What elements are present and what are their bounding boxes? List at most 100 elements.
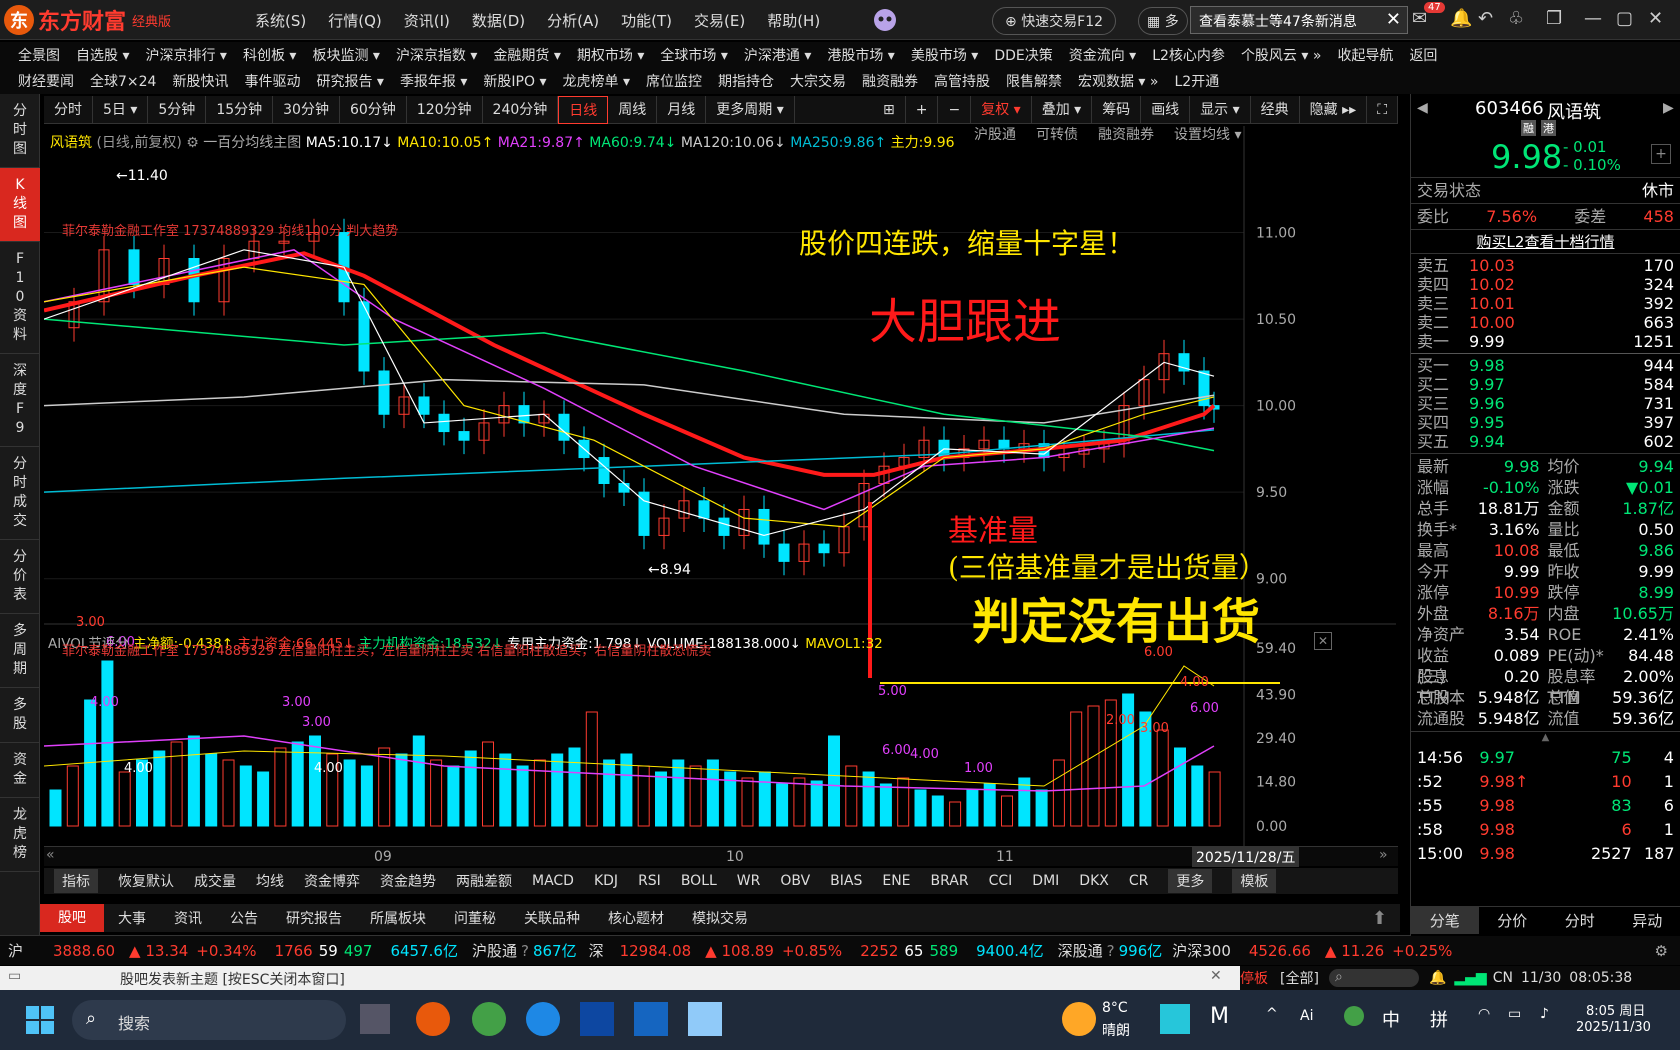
kline-chart[interactable]: 11.00 10.50 10.00 9.50 9.00 59.40 43.90 29.40 14…: [43, 124, 1396, 846]
indicator-tab[interactable]: CR: [1129, 873, 1149, 889]
quick-trade-button[interactable]: ⊕ 快速交易F12: [992, 7, 1117, 35]
app-green-icon[interactable]: [472, 1002, 506, 1036]
nav-item[interactable]: 事件驱动: [244, 71, 300, 91]
undo-icon[interactable]: ↶: [1478, 8, 1493, 29]
indicator-tab[interactable]: DMI: [1032, 873, 1059, 889]
ticker-sgt-label[interactable]: 深股通: [1058, 940, 1103, 961]
period-tab[interactable]: 分时: [44, 95, 93, 124]
news-notification[interactable]: 查看泰慕士等47条新消息 ✕: [1190, 6, 1408, 34]
indicator-tab[interactable]: BRAR: [931, 873, 969, 889]
news-tab[interactable]: 核心题材: [594, 908, 678, 928]
date-axis-bar[interactable]: « » 09 10 11 2025/11/28/五: [44, 846, 1398, 867]
ai-icon[interactable]: Ai: [1300, 1008, 1313, 1024]
chart-tool[interactable]: 筹码: [1092, 95, 1142, 124]
prev-stock-icon[interactable]: ◀: [1417, 100, 1428, 116]
window-close-icon[interactable]: ✕: [1648, 8, 1663, 29]
nav-item[interactable]: 席位监控: [646, 71, 702, 91]
app-image-icon[interactable]: [688, 1002, 722, 1036]
news-tab[interactable]: 大事: [104, 908, 160, 928]
indicator-tab[interactable]: BIAS: [830, 873, 862, 889]
app-k-icon[interactable]: [1160, 1004, 1190, 1034]
ime-mode[interactable]: 拼: [1430, 1006, 1448, 1032]
robot-icon[interactable]: [870, 6, 900, 34]
nav-item[interactable]: 大宗交易: [790, 71, 846, 91]
close-icon[interactable]: ✕: [1386, 9, 1401, 30]
nav-item[interactable]: 收起导航: [1337, 45, 1393, 65]
settings-icon[interactable]: ⚙: [1655, 942, 1668, 960]
sidebar-item[interactable]: 多周期: [0, 614, 40, 688]
sidebar-item[interactable]: 多股: [0, 688, 40, 743]
nav-item[interactable]: 港股市场 ▾: [827, 45, 894, 65]
post-close-icon[interactable]: ✕: [1210, 968, 1222, 984]
nav-item[interactable]: L2开通: [1174, 71, 1219, 91]
collapse-icon[interactable]: ▲: [1411, 732, 1680, 744]
add-watchlist-icon[interactable]: +: [1651, 144, 1671, 164]
main-menu-item[interactable]: 资讯(I): [404, 10, 450, 31]
indicator-tab[interactable]: DKX: [1079, 873, 1109, 889]
sidebar-item[interactable]: 分价表: [0, 540, 40, 614]
main-menu-item[interactable]: 数据(D): [472, 10, 525, 31]
main-menu-item[interactable]: 分析(A): [547, 10, 599, 31]
nav-item[interactable]: 财经要闻: [18, 71, 74, 91]
app-sail-icon[interactable]: [580, 1002, 614, 1036]
l2-link[interactable]: 购买L2查看十档行情: [1477, 233, 1615, 251]
sidebar-item[interactable]: F10资料: [0, 242, 40, 354]
nav-item[interactable]: 自选股 ▾: [76, 45, 129, 65]
legend-link[interactable]: 融资融券: [1098, 124, 1154, 144]
chart-tool[interactable]: +: [906, 95, 939, 124]
quote-tab[interactable]: 分时: [1546, 907, 1614, 934]
ticker-hs300[interactable]: 4526.66: [1249, 942, 1311, 960]
nav-item[interactable]: 限售解禁: [1006, 71, 1062, 91]
scroll-right-icon[interactable]: »: [1379, 847, 1388, 863]
nav-item[interactable]: 个股风云 ▾ »: [1241, 45, 1322, 65]
legend-link[interactable]: 设置均线 ▾: [1174, 124, 1241, 144]
indicator-tab[interactable]: BOLL: [681, 873, 717, 889]
quote-tab[interactable]: 分笔: [1411, 907, 1479, 934]
ticker-sz[interactable]: 12984.08: [620, 942, 692, 960]
indicator-tab[interactable]: 模板: [1232, 869, 1277, 893]
indicator-tab[interactable]: KDJ: [594, 873, 618, 889]
nav-item[interactable]: 新股IPO ▾: [483, 71, 546, 91]
expand-icon[interactable]: ⬆: [1372, 908, 1387, 929]
ticker-sh[interactable]: 3888.60: [53, 942, 115, 960]
nav-item[interactable]: 全球7×24: [90, 71, 156, 91]
period-tab[interactable]: 120分钟: [407, 95, 483, 124]
eastmoney-taskbar-icon[interactable]: [416, 1002, 450, 1036]
nav-item[interactable]: 金融期货 ▾: [493, 45, 560, 65]
main-menu-item[interactable]: 交易(E): [694, 10, 745, 31]
news-tab[interactable]: 股吧: [40, 904, 104, 932]
nav-item[interactable]: 期指持仓: [718, 71, 774, 91]
news-tab[interactable]: 公告: [216, 908, 272, 928]
main-menu-item[interactable]: 系统(S): [255, 10, 306, 31]
gear-icon[interactable]: ⚙: [186, 135, 199, 151]
nav-item[interactable]: 全球市场 ▾: [660, 45, 727, 65]
restore-icon[interactable]: ❐: [1546, 8, 1562, 29]
nav-item[interactable]: 全景图: [18, 45, 60, 65]
indicator-tab[interactable]: 成交量: [194, 871, 236, 891]
nav-item[interactable]: 科创板 ▾: [243, 45, 296, 65]
nav-item[interactable]: 沪深港通 ▾: [744, 45, 811, 65]
minimize-icon[interactable]: —: [1584, 8, 1602, 29]
sidebar-item[interactable]: 龙虎榜: [0, 798, 40, 872]
news-tab[interactable]: 关联品种: [510, 908, 594, 928]
status-all[interactable]: [全部]: [1280, 968, 1319, 988]
chart-tool[interactable]: ⛶: [1367, 95, 1398, 124]
security-icon[interactable]: [634, 1002, 668, 1036]
clock-time[interactable]: 8:05 周日: [1586, 1000, 1645, 1019]
indicator-tab[interactable]: 资金博弈: [304, 871, 360, 891]
scroll-left-icon[interactable]: «: [46, 847, 55, 863]
bell-icon[interactable]: 🔔: [1450, 8, 1472, 29]
legend-indicator[interactable]: 一百分均线主图: [203, 135, 301, 151]
next-stock-icon[interactable]: ▶: [1663, 100, 1674, 116]
nav-item[interactable]: 资金流向 ▾: [1069, 45, 1136, 65]
main-menu-item[interactable]: 行情(Q): [328, 10, 382, 31]
indicator-tab[interactable]: 更多: [1168, 869, 1213, 893]
chart-tool[interactable]: 复权 ▾: [971, 95, 1032, 124]
chart-tool[interactable]: 显示 ▾: [1190, 95, 1251, 124]
nav-item[interactable]: 沪深京指数 ▾: [396, 45, 477, 65]
chart-tool[interactable]: 画线: [1141, 95, 1191, 124]
nav-item[interactable]: 沪深京排行 ▾: [145, 45, 226, 65]
legend-link[interactable]: 沪股通: [974, 124, 1016, 144]
period-tab[interactable]: 更多周期 ▾: [706, 95, 795, 124]
nav-item[interactable]: 美股市场 ▾: [911, 45, 978, 65]
